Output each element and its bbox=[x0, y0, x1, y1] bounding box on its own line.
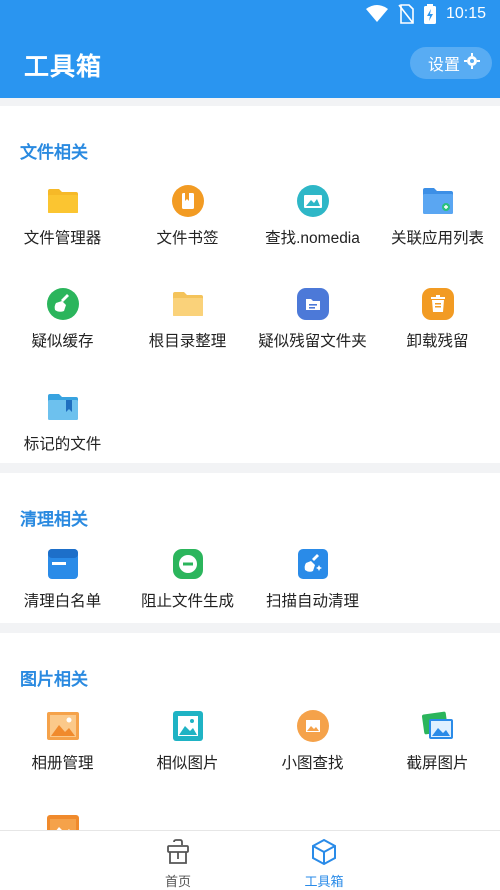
tool-label: 查找.nomedia bbox=[265, 230, 360, 247]
album-icon bbox=[46, 709, 80, 743]
tool-uninstall-residue[interactable]: 卸载残留 bbox=[375, 281, 500, 384]
tool-album-manage[interactable]: 相册管理 bbox=[0, 703, 125, 806]
block-icon bbox=[171, 547, 205, 581]
tool-block-file-gen[interactable]: 阻止文件生成 bbox=[125, 541, 250, 644]
section-title: 图片相关 bbox=[20, 670, 88, 689]
bottom-nav: 首页 工具箱 bbox=[0, 830, 500, 890]
app-bar: 工具箱 设置 bbox=[0, 28, 500, 98]
status-bar: 10:15 bbox=[0, 0, 500, 28]
tool-find-nomedia[interactable]: 查找.nomedia bbox=[250, 178, 375, 281]
tool-label: 相册管理 bbox=[31, 755, 94, 772]
section-image: 图片相关 相册管理 相似图片 小图查找 截屏图片 bbox=[0, 633, 500, 830]
tool-associated-apps[interactable]: 关联应用列表 bbox=[375, 178, 500, 281]
wifi-icon bbox=[365, 5, 388, 23]
gear-icon bbox=[464, 52, 480, 74]
tool-scan-auto-clean[interactable]: 扫描自动清理 bbox=[250, 541, 375, 644]
tool-clean-whitelist[interactable]: 清理白名单 bbox=[0, 541, 125, 644]
folder-link-icon bbox=[421, 184, 455, 218]
tool-similar-images[interactable]: 相似图片 bbox=[125, 703, 250, 806]
tool-file-bookmark[interactable]: 文件书签 bbox=[125, 178, 250, 281]
status-time: 10:15 bbox=[445, 5, 486, 22]
tool-label: 阻止文件生成 bbox=[140, 593, 234, 610]
tool-label: 疑似缓存 bbox=[31, 333, 94, 350]
section-title: 清理相关 bbox=[20, 510, 88, 529]
tool-marked-files[interactable]: 标记的文件 bbox=[0, 384, 125, 487]
marked-folder-icon bbox=[46, 390, 80, 424]
tools-content[interactable]: 文件相关 文件管理器 文件书签 查找.nomedia 关联应用列表 疑似缓存 根… bbox=[0, 98, 500, 830]
settings-button[interactable]: 设置 bbox=[409, 47, 492, 79]
bookmark-icon bbox=[171, 184, 205, 218]
section-clean: 清理相关 清理白名单 阻止文件生成 扫描自动清理 bbox=[0, 473, 500, 623]
tool-small-image-find[interactable]: 小图查找 bbox=[250, 703, 375, 806]
no-sim-icon bbox=[398, 4, 414, 24]
similar-image-icon bbox=[171, 709, 205, 743]
page-title: 工具箱 bbox=[24, 53, 103, 81]
tool-label: 文件管理器 bbox=[23, 230, 102, 247]
broom-icon bbox=[46, 287, 80, 321]
image-folder-icon bbox=[46, 812, 80, 830]
tool-label: 标记的文件 bbox=[23, 436, 102, 453]
tool-grid: 相册管理 相似图片 小图查找 截屏图片 bbox=[0, 703, 500, 830]
folder-icon bbox=[46, 184, 80, 218]
tool-label: 文件书签 bbox=[156, 230, 219, 247]
tool-label: 截屏图片 bbox=[406, 755, 469, 772]
settings-label: 设置 bbox=[427, 57, 460, 74]
folder-file-icon bbox=[296, 287, 330, 321]
tool-file-manager[interactable]: 文件管理器 bbox=[0, 178, 125, 281]
tool-residual-folder[interactable]: 疑似残留文件夹 bbox=[250, 281, 375, 384]
tool-label: 小图查找 bbox=[281, 755, 344, 772]
tool-label: 疑似残留文件夹 bbox=[258, 333, 367, 350]
nav-toolbox-label: 工具箱 bbox=[304, 874, 344, 889]
tool-label: 根目录整理 bbox=[148, 333, 227, 350]
trash-icon bbox=[421, 287, 455, 321]
toolbox-icon bbox=[279, 837, 369, 867]
nav-toolbox[interactable]: 工具箱 bbox=[279, 837, 369, 890]
tool-root-organize[interactable]: 根目录整理 bbox=[125, 281, 250, 384]
section-file: 文件相关 文件管理器 文件书签 查找.nomedia 关联应用列表 疑似缓存 根… bbox=[0, 106, 500, 463]
battery-icon bbox=[423, 4, 436, 24]
nav-home-label: 首页 bbox=[164, 874, 191, 889]
tool-suspected-cache[interactable]: 疑似缓存 bbox=[0, 281, 125, 384]
tool-label: 相似图片 bbox=[156, 755, 219, 772]
tool-more-images[interactable] bbox=[0, 806, 125, 830]
tool-label: 清理白名单 bbox=[23, 593, 102, 610]
whitelist-icon bbox=[46, 547, 80, 581]
tool-label: 关联应用列表 bbox=[390, 230, 484, 247]
folder-icon bbox=[171, 287, 205, 321]
small-image-icon bbox=[296, 709, 330, 743]
auto-clean-icon bbox=[296, 547, 330, 581]
tool-grid: 文件管理器 文件书签 查找.nomedia 关联应用列表 疑似缓存 根目录整理 bbox=[0, 178, 500, 487]
tool-label: 扫描自动清理 bbox=[265, 593, 359, 610]
screenshot-icon bbox=[421, 709, 455, 743]
tool-screenshot-images[interactable]: 截屏图片 bbox=[375, 703, 500, 806]
image-search-icon bbox=[296, 184, 330, 218]
section-title: 文件相关 bbox=[20, 143, 88, 162]
home-icon bbox=[133, 837, 223, 867]
tool-grid: 清理白名单 阻止文件生成 扫描自动清理 bbox=[0, 541, 500, 644]
nav-home[interactable]: 首页 bbox=[133, 837, 223, 890]
tool-label: 卸载残留 bbox=[406, 333, 469, 350]
